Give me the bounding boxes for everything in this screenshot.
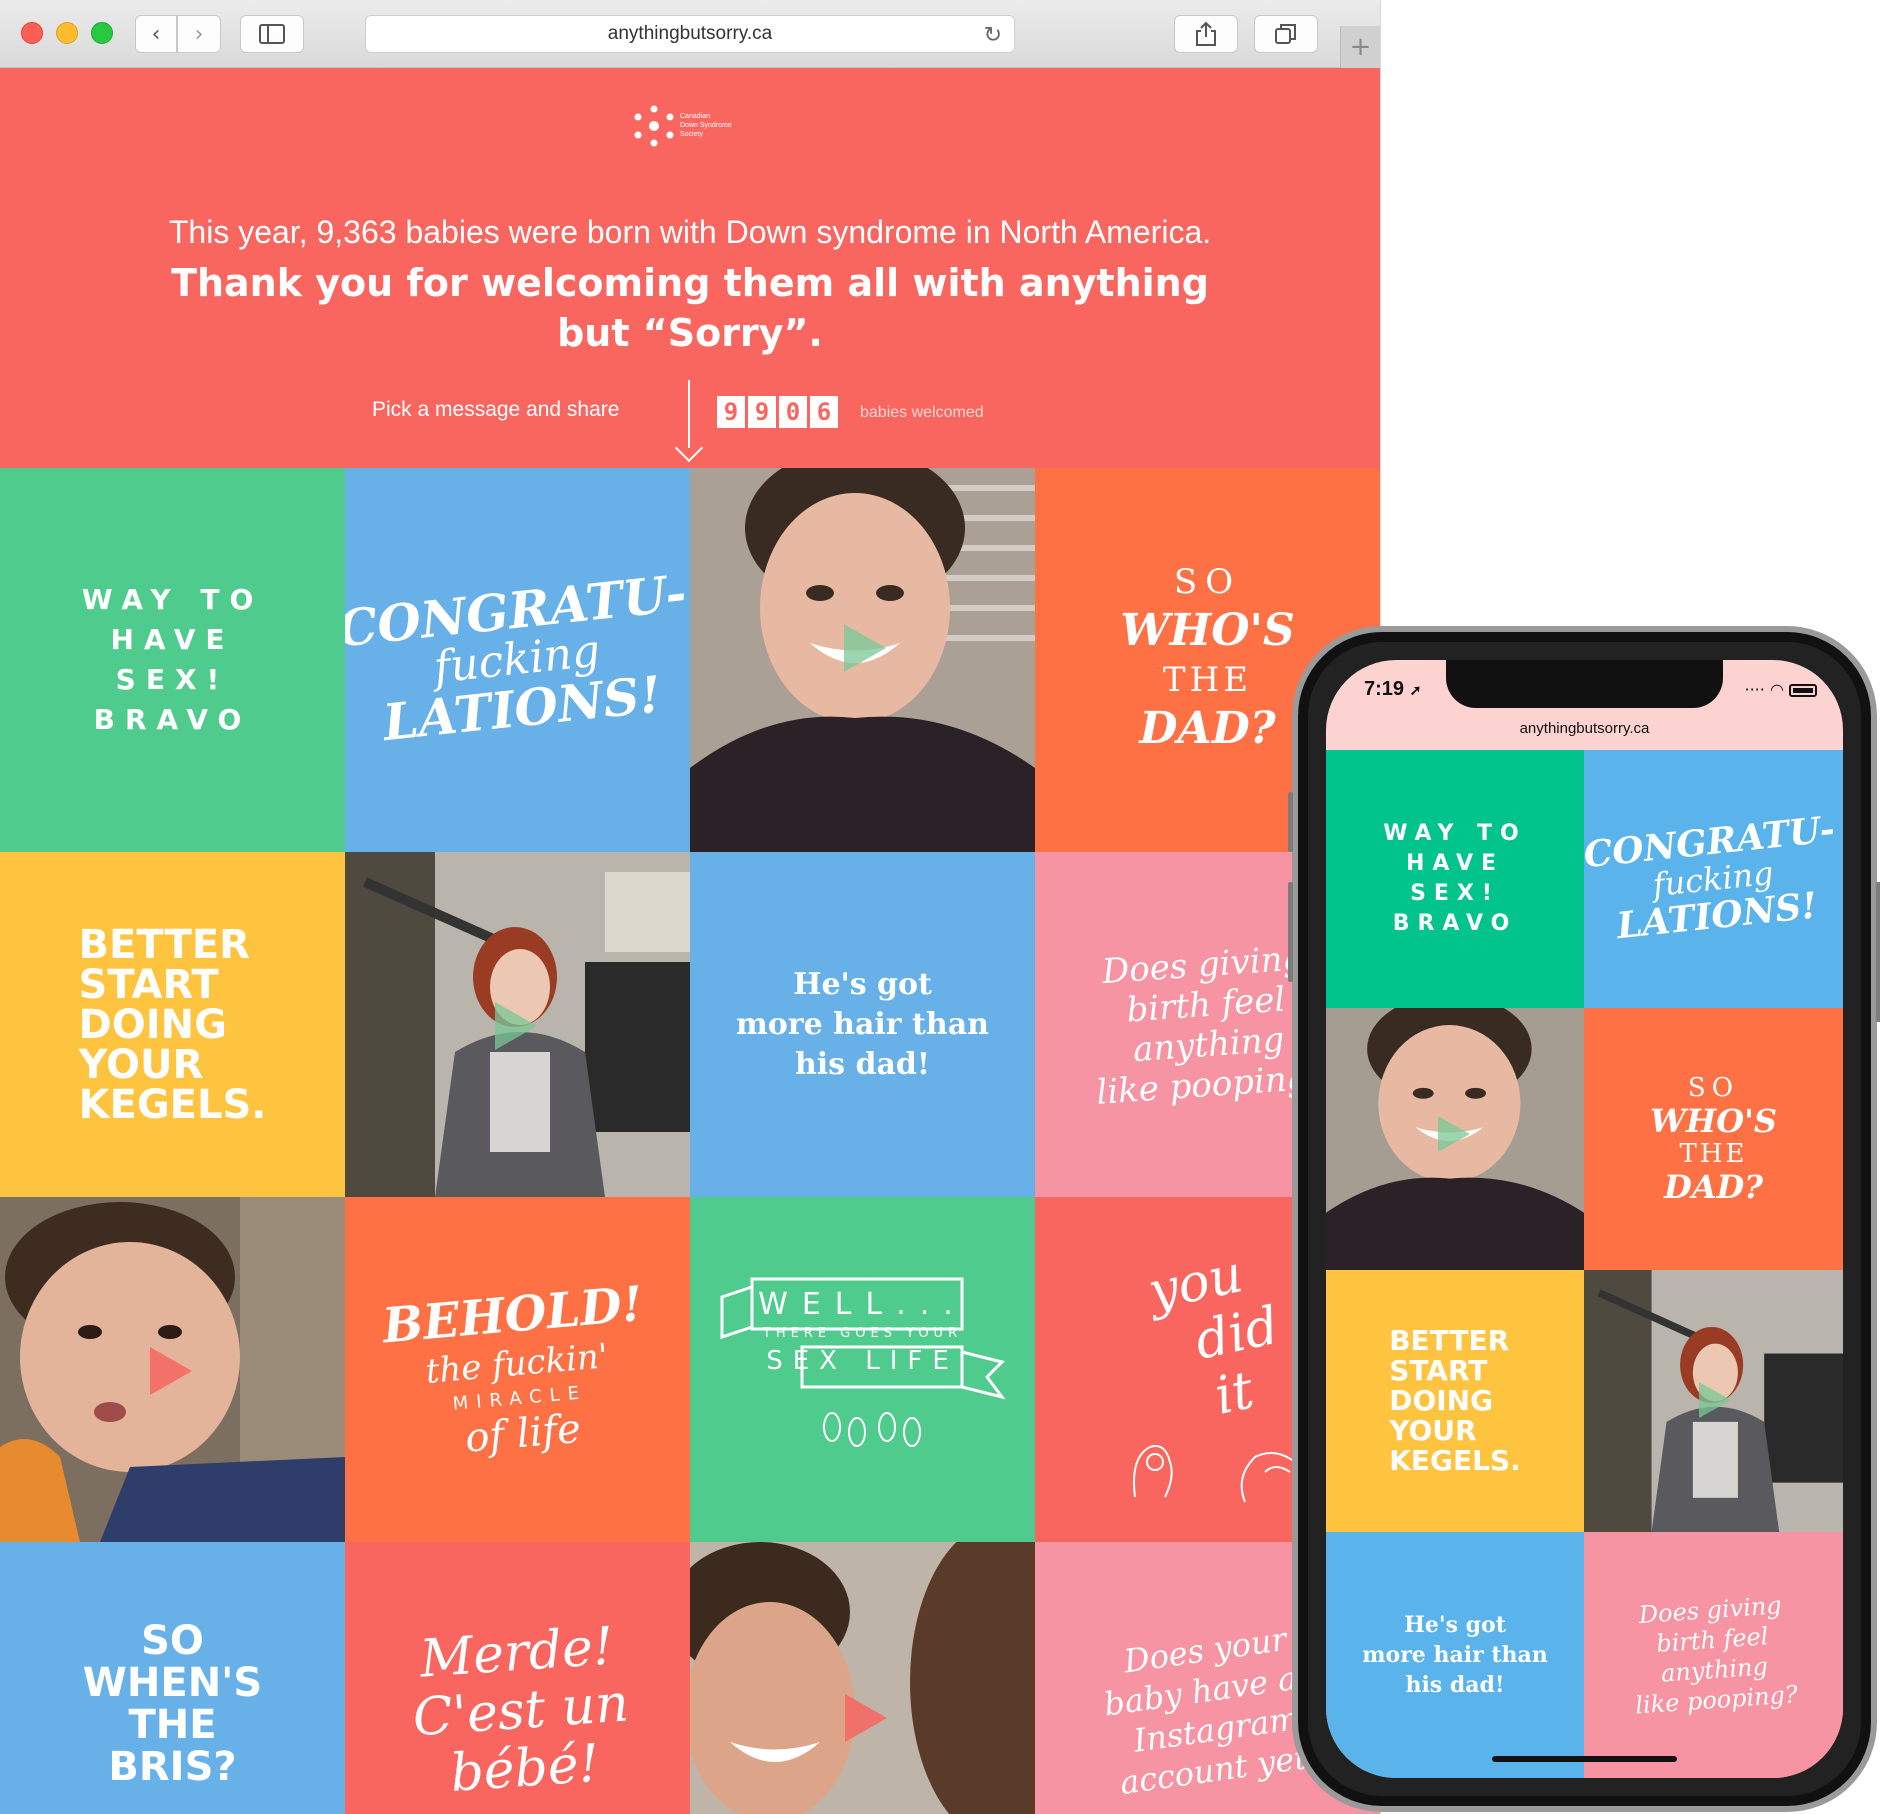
counter-digit: 0 [779, 396, 807, 428]
play-icon[interactable] [495, 1002, 537, 1050]
card-text: SO WHEN'S THE BRIS? [82, 1618, 263, 1790]
boy-smiling-photo [690, 1542, 1035, 1814]
home-indicator[interactable] [1492, 1756, 1677, 1762]
phone-card-way-to-have-sex[interactable]: WAY TO HAVE SEX! BRAVO [1326, 750, 1584, 1008]
logo-text: Canadian Down Syndrome Society [680, 113, 732, 138]
card-way-to-have-sex[interactable]: WAY TO HAVE SEX! BRAVO [0, 468, 345, 852]
phone-video-card-girl-sitting[interactable] [1584, 1270, 1843, 1532]
babies-counter: 9 9 0 6 [717, 396, 838, 428]
play-icon[interactable] [150, 1347, 192, 1395]
phone-card-whos-the-dad[interactable]: SO WHO'S THE DAD? [1584, 1008, 1843, 1270]
hero-subtitle: This year, 9,363 babies were born with D… [168, 214, 1212, 250]
phone-side-button [1288, 882, 1293, 982]
address-bar-url: anythingbutsorry.ca [607, 23, 773, 44]
phone-card-more-hair-than-dad[interactable]: He's got more hair than his dad! [1326, 1532, 1584, 1778]
card-text: BETTER START DOING YOUR KEGELS. [1389, 1324, 1521, 1477]
desktop-browser-window: ‹ › anythingbutsorry.ca ↻ + Canadian Dow… [0, 0, 1380, 1814]
asterisk-logo-icon [634, 105, 674, 147]
phone-card-giving-birth[interactable]: Does giving birth feel anything like poo… [1584, 1532, 1843, 1778]
cdss-logo[interactable]: Canadian Down Syndrome Society [632, 104, 752, 156]
card-more-hair-than-dad[interactable]: He's got more hair than his dad! [690, 852, 1035, 1197]
card-text: BETTER START DOING YOUR KEGELS. [78, 921, 267, 1128]
tabs-icon [1275, 24, 1296, 44]
counter-label: babies welcomed [860, 404, 984, 421]
down-arrow-head [674, 433, 704, 463]
hero-title: Thank you for welcoming them all with an… [171, 261, 1209, 355]
phone-card-better-start-kegels[interactable]: BETTER START DOING YOUR KEGELS. [1326, 1270, 1584, 1532]
counter-digit: 9 [748, 396, 776, 428]
back-icon: ‹ [151, 21, 161, 47]
phone-side-button [1876, 882, 1880, 1022]
card-merde[interactable]: Merde! C'est un bébé! [345, 1542, 690, 1814]
card-text: WAY TO HAVE SEX! BRAVO [1383, 821, 1527, 936]
reload-icon[interactable]: ↻ [984, 22, 1002, 48]
iphone-mockup: 7:19 ➚ ···· ◠ anythingbutsorry.ca WAY TO… [1288, 626, 1880, 1812]
play-icon[interactable] [1699, 1382, 1731, 1418]
new-tab-icon: + [1349, 32, 1372, 62]
status-time: 7:19 ➚ [1364, 678, 1422, 700]
video-card-girl-sitting[interactable] [345, 852, 690, 1197]
card-text: CONGRATU- fucking LATIONS! [1584, 808, 1838, 948]
forward-button[interactable]: › [177, 15, 221, 53]
address-bar[interactable]: anythingbutsorry.ca ↻ [365, 15, 1015, 53]
play-icon[interactable] [845, 1694, 887, 1742]
tabs-overview-button[interactable] [1254, 15, 1318, 53]
card-text: SO WHO'S THE DAD? [1120, 562, 1295, 754]
play-icon[interactable] [844, 624, 886, 672]
sidebar-button[interactable] [240, 15, 304, 53]
phone-screen: 7:19 ➚ ···· ◠ anythingbutsorry.ca WAY TO… [1326, 660, 1843, 1778]
play-icon[interactable] [1438, 1116, 1470, 1152]
forward-icon: › [194, 21, 204, 47]
close-window-button[interactable] [21, 22, 43, 44]
minimize-window-button[interactable] [56, 22, 78, 44]
status-icons: ···· ◠ [1744, 680, 1817, 699]
wifi-icon: ◠ [1769, 680, 1784, 699]
card-text: WELL... THERE GOES YOUR SEX LIFE [758, 1287, 967, 1376]
card-text: CONGRATU- fucking LATIONS! [345, 563, 690, 753]
phone-side-button [1288, 792, 1293, 852]
card-text: WAY TO HAVE SEX! BRAVO [81, 583, 264, 736]
card-congratulations[interactable]: CONGRATU- fucking LATIONS! [345, 468, 690, 852]
location-icon: ➚ [1409, 682, 1422, 698]
hero-banner: Canadian Down Syndrome Society This year… [0, 68, 1380, 468]
card-text: Merde! C'est un bébé! [410, 1616, 631, 1804]
battery-icon [1789, 684, 1817, 697]
ok-hand-icon [1133, 1445, 1296, 1503]
new-tab-button[interactable]: + [1340, 26, 1380, 68]
phone-video-card-girl-smiling[interactable] [1326, 1008, 1584, 1270]
video-card-girl-smiling[interactable] [690, 468, 1035, 852]
video-card-boy-looking-up[interactable] [0, 1197, 345, 1542]
card-bris[interactable]: SO WHEN'S THE BRIS? [0, 1542, 345, 1814]
share-icon [1196, 21, 1216, 46]
signal-icon: ···· [1744, 680, 1765, 699]
pick-message-label: Pick a message and share [372, 398, 620, 421]
card-text: He's got more hair than his dad! [1362, 1612, 1548, 1698]
video-card-boy-smiling[interactable] [690, 1542, 1035, 1814]
card-better-start-kegels[interactable]: BETTER START DOING YOUR KEGELS. [0, 852, 345, 1197]
card-text: BEHOLD! the fuckin' MIRACLE of life [380, 1275, 646, 1462]
phone-card-congratulations[interactable]: CONGRATU- fucking LATIONS! [1584, 750, 1843, 1008]
card-text: He's got more hair than his dad! [736, 966, 989, 1082]
sidebar-icon [259, 24, 285, 44]
counter-digit: 6 [810, 396, 838, 428]
phone-notch [1446, 660, 1723, 708]
card-text: Does giving birth feel anything like poo… [1634, 1591, 1799, 1720]
phone-address-bar[interactable]: anythingbutsorry.ca [1326, 720, 1843, 737]
card-there-goes-sex-life[interactable]: WELL... THERE GOES YOUR SEX LIFE [690, 1197, 1035, 1542]
counter-digit: 9 [717, 396, 745, 428]
card-text: you did it [1143, 1243, 1284, 1427]
card-text: SO WHO'S THE DAD? [1650, 1073, 1777, 1206]
share-button[interactable] [1174, 15, 1238, 53]
back-button[interactable]: ‹ [135, 15, 177, 53]
card-behold-miracle[interactable]: BEHOLD! the fuckin' MIRACLE of life [345, 1197, 690, 1542]
maximize-window-button[interactable] [91, 22, 113, 44]
browser-toolbar: ‹ › anythingbutsorry.ca ↻ + [0, 0, 1380, 68]
